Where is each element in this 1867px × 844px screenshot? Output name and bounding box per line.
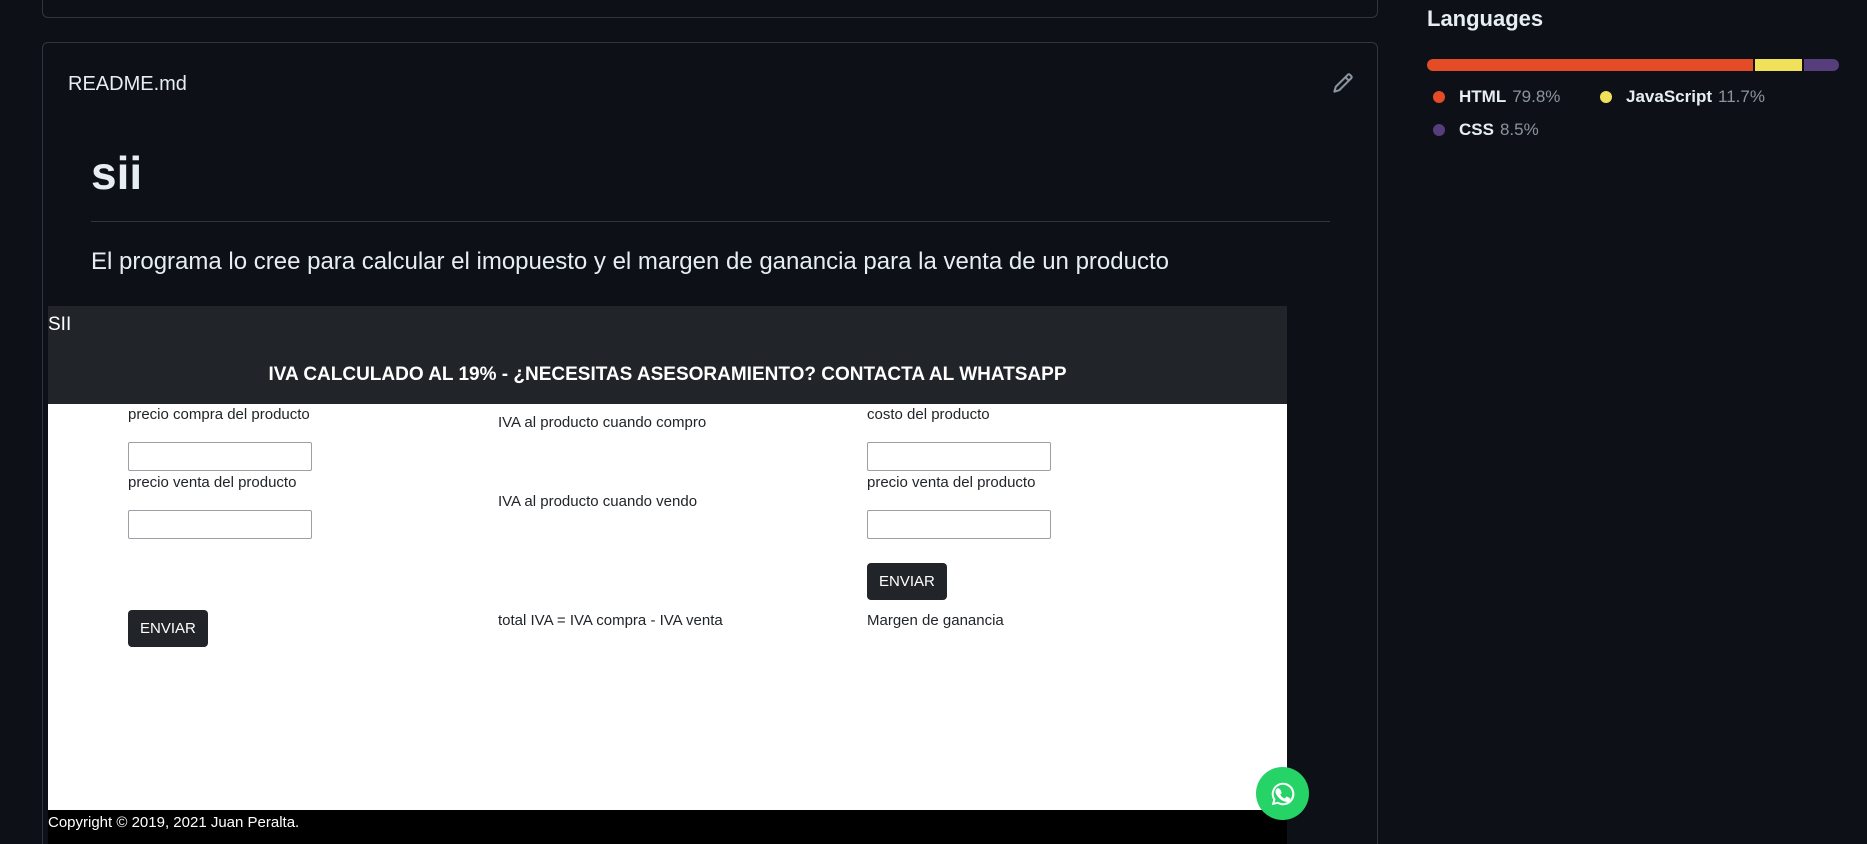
whatsapp-button[interactable] <box>1256 767 1309 820</box>
product-cost-input[interactable] <box>867 442 1051 471</box>
sale-price-margin-label: precio venta del producto <box>867 474 1036 491</box>
language-name: HTML <box>1459 87 1507 106</box>
sale-price-label: precio venta del producto <box>128 474 297 491</box>
purchase-price-input[interactable] <box>128 442 312 471</box>
iva-purchase-label: IVA al producto cuando compro <box>498 414 707 431</box>
readme-content: sii El programa lo cree para calcular el… <box>91 143 1330 277</box>
language-css[interactable]: CSS 8.5% <box>1433 120 1539 140</box>
app-banner: IVA CALCULADO AL 19% - ¿NECESITAS ASESOR… <box>268 364 1067 385</box>
language-name: CSS <box>1459 120 1494 139</box>
readme-filename[interactable]: README.md <box>68 73 187 96</box>
html-segment[interactable] <box>1427 59 1753 71</box>
app-form: precio compra del producto precio venta … <box>48 404 1287 810</box>
language-percent: 8.5% <box>1499 120 1539 139</box>
readme-heading: sii <box>91 143 1330 222</box>
footer-copyright: Copyright © 2019, 2021 Juan Peralta. <box>48 814 300 831</box>
pencil-icon[interactable] <box>1331 71 1355 95</box>
product-cost-label: costo del producto <box>867 406 990 423</box>
javascript-segment[interactable] <box>1754 59 1803 71</box>
app-footer: Copyright © 2019, 2021 Juan Peralta. <box>48 810 1287 844</box>
languages-bar <box>1427 59 1839 71</box>
file-list-card <box>42 0 1378 18</box>
languages-title: Languages <box>1427 6 1544 31</box>
sale-price-margin-input[interactable] <box>867 510 1051 539</box>
submit-margin-button[interactable]: ENVIAR <box>867 563 947 600</box>
javascript-dot <box>1600 91 1612 103</box>
css-dot <box>1433 124 1445 136</box>
sale-price-input[interactable] <box>128 510 312 539</box>
readme-description: El programa lo cree para calcular el imo… <box>91 248 1169 275</box>
total-iva-label: total IVA = IVA compra - IVA venta <box>498 612 723 629</box>
language-percent: 11.7% <box>1718 87 1765 106</box>
profit-margin-label: Margen de ganancia <box>867 612 1004 629</box>
app-header: SII IVA CALCULADO AL 19% - ¿NECESITAS AS… <box>48 306 1287 404</box>
language-name: JavaScript <box>1626 87 1712 106</box>
app-brand[interactable]: SII <box>48 314 71 336</box>
css-segment[interactable] <box>1804 59 1839 71</box>
iva-sale-label: IVA al producto cuando vendo <box>498 493 698 510</box>
submit-iva-button[interactable]: ENVIAR <box>128 610 208 647</box>
purchase-price-label: precio compra del producto <box>128 406 310 423</box>
embedded-app-preview: SII IVA CALCULADO AL 19% - ¿NECESITAS AS… <box>48 306 1287 844</box>
page: README.md sii El programa lo cree para c… <box>0 0 1867 844</box>
language-html[interactable]: HTML 79.8% <box>1433 87 1560 107</box>
whatsapp-icon <box>1271 782 1294 805</box>
language-percent: 79.8% <box>1512 87 1561 106</box>
html-dot <box>1433 91 1445 103</box>
language-javascript[interactable]: JavaScript 11.7% <box>1600 87 1765 107</box>
